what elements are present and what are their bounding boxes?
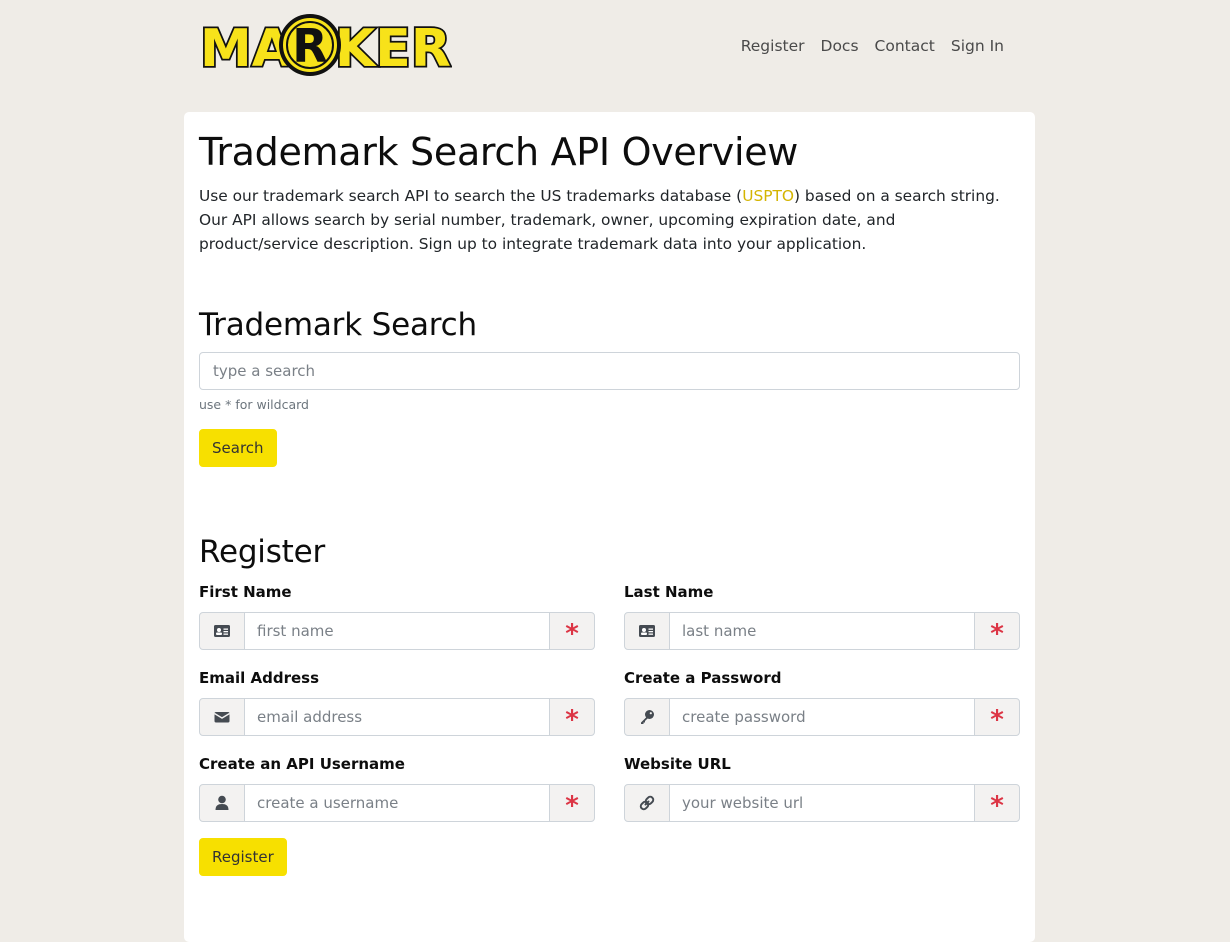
required-asterisk-icon: * [974, 698, 1020, 736]
first-name-input[interactable] [245, 612, 549, 650]
required-asterisk-icon: * [974, 612, 1020, 650]
nav-contact[interactable]: Contact [867, 35, 943, 57]
last-name-group: * [624, 612, 1020, 650]
password-label: Create a Password [624, 669, 782, 687]
link-icon [624, 784, 670, 822]
nav-docs[interactable]: Docs [813, 35, 867, 57]
key-icon [624, 698, 670, 736]
password-group: * [624, 698, 1020, 736]
intro-text-start: Use our trademark search API to search t… [199, 187, 743, 205]
main-card: Trademark Search API Overview Use our tr… [184, 112, 1035, 942]
intro-paragraph: Use our trademark search API to search t… [199, 184, 1019, 256]
required-asterisk-icon: * [549, 784, 595, 822]
trademark-search-input[interactable] [199, 352, 1020, 390]
username-input[interactable] [245, 784, 549, 822]
search-button[interactable]: Search [199, 429, 277, 467]
marker-logo[interactable]: MA KER R [198, 12, 452, 76]
top-bar: MA KER R Register Docs Contact Sign In [0, 0, 1230, 100]
required-asterisk-icon: * [974, 784, 1020, 822]
website-input[interactable] [670, 784, 974, 822]
uspto-link[interactable]: USPTO [742, 187, 794, 205]
last-name-input[interactable] [670, 612, 974, 650]
id-card-icon [199, 612, 245, 650]
envelope-icon [199, 698, 245, 736]
required-asterisk-icon: * [549, 698, 595, 736]
last-name-label: Last Name [624, 583, 714, 601]
search-section-title: Trademark Search [199, 307, 477, 343]
main-nav: Register Docs Contact Sign In [733, 35, 1012, 57]
first-name-label: First Name [199, 583, 292, 601]
page-title: Trademark Search API Overview [199, 130, 799, 174]
first-name-group: * [199, 612, 595, 650]
register-button[interactable]: Register [199, 838, 287, 876]
email-input[interactable] [245, 698, 549, 736]
nav-sign-in[interactable]: Sign In [943, 35, 1012, 57]
user-icon [199, 784, 245, 822]
logo-letters-ma: MA [200, 19, 292, 76]
email-group: * [199, 698, 595, 736]
password-input[interactable] [670, 698, 974, 736]
wildcard-hint: use * for wildcard [199, 397, 309, 412]
username-label: Create an API Username [199, 755, 405, 773]
logo-letters-ker: KER [335, 19, 451, 76]
website-label: Website URL [624, 755, 731, 773]
email-label: Email Address [199, 669, 320, 687]
required-asterisk-icon: * [549, 612, 595, 650]
nav-register[interactable]: Register [733, 35, 813, 57]
register-section-title: Register [199, 534, 326, 570]
website-group: * [624, 784, 1020, 822]
username-group: * [199, 784, 595, 822]
logo-registered-r: R [292, 19, 327, 73]
id-card-icon [624, 612, 670, 650]
